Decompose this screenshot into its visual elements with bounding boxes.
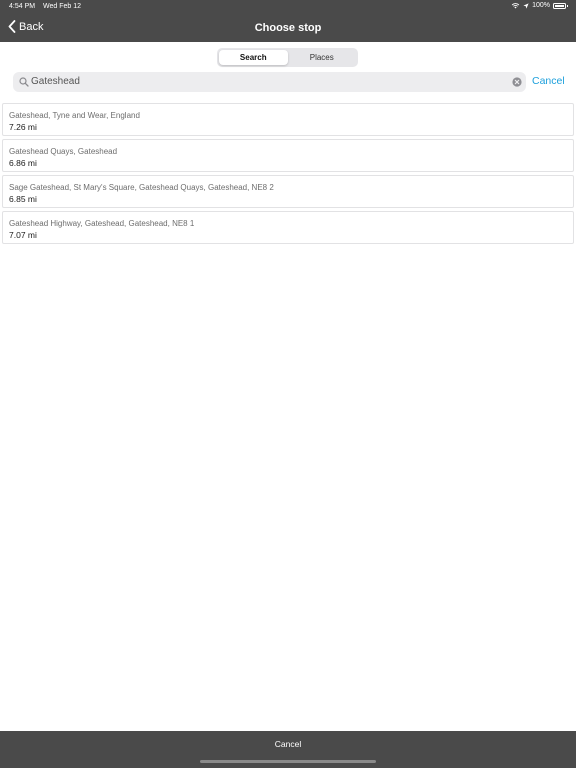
wifi-icon	[511, 3, 520, 9]
tab-search[interactable]: Search	[219, 50, 288, 65]
battery-fill	[555, 4, 564, 7]
nav-bar: Back Choose stop	[0, 14, 576, 42]
battery-icon	[553, 2, 568, 9]
list-item[interactable]: Sage Gateshead, St Mary's Square, Gatesh…	[2, 175, 574, 208]
stop-distance: 7.07 mi	[9, 230, 37, 240]
content-sheet: Search Places Gateshead Cancel Gateshead…	[0, 42, 576, 731]
stop-distance: 7.26 mi	[9, 122, 37, 132]
bottom-bar: Cancel	[0, 731, 576, 768]
tab-places[interactable]: Places	[288, 50, 357, 65]
stop-distance: 6.85 mi	[9, 194, 37, 204]
page-title: Choose stop	[254, 22, 322, 34]
list-item[interactable]: Gateshead, Tyne and Wear, England 7.26 m…	[2, 103, 574, 136]
location-icon	[523, 2, 529, 9]
list-item[interactable]: Gateshead Quays, Gateshead 6.86 mi	[2, 139, 574, 172]
status-indicators: 100%	[511, 2, 568, 9]
stop-name: Sage Gateshead, St Mary's Square, Gatesh…	[9, 183, 274, 192]
stop-distance: 6.86 mi	[9, 158, 37, 168]
home-indicator[interactable]	[200, 760, 376, 763]
search-cancel-button[interactable]: Cancel	[532, 75, 565, 87]
segmented-control: Search Places	[217, 48, 358, 67]
search-input[interactable]: Gateshead	[13, 72, 526, 92]
stop-name: Gateshead Highway, Gateshead, Gateshead,…	[9, 219, 195, 228]
list-item[interactable]: Gateshead Highway, Gateshead, Gateshead,…	[2, 211, 574, 244]
status-date: Wed Feb 12	[43, 3, 82, 10]
stop-name: Gateshead Quays, Gateshead	[9, 147, 118, 156]
stop-name: Gateshead, Tyne and Wear, England	[9, 111, 140, 120]
search-value: Gateshead	[31, 76, 80, 87]
status-time: 4:54 PM	[9, 3, 36, 10]
battery-percent: 100%	[532, 2, 550, 9]
cancel-button[interactable]: Cancel	[0, 739, 576, 749]
search-icon	[19, 77, 29, 87]
clear-icon[interactable]	[512, 77, 522, 87]
status-bar: 4:54 PM Wed Feb 12 100%	[0, 0, 576, 14]
